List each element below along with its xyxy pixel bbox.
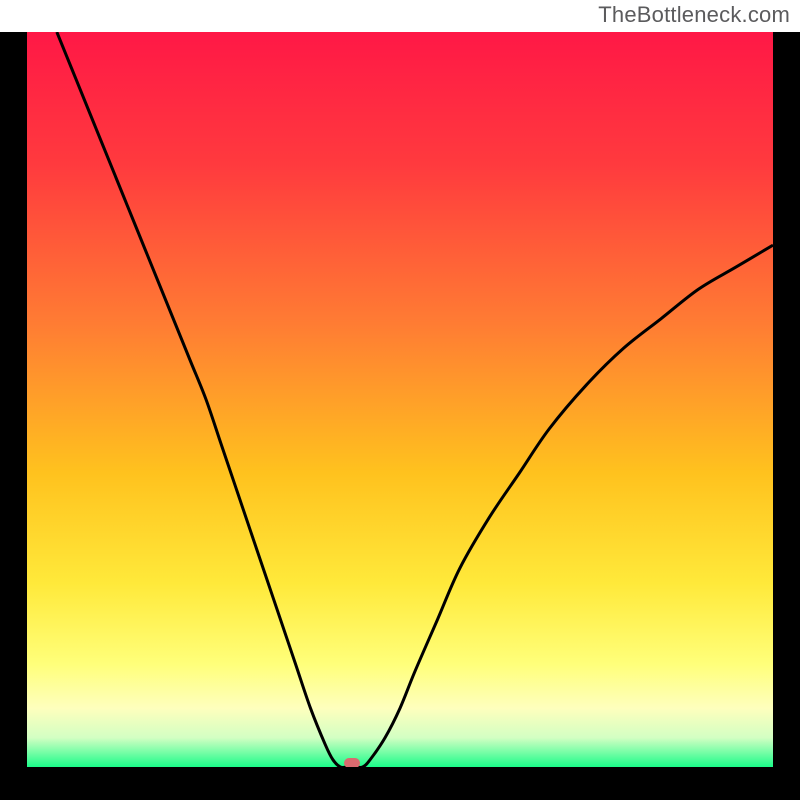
- watermark-text: TheBottleneck.com: [598, 2, 790, 28]
- bottleneck-curve: [27, 32, 773, 767]
- optimum-marker: [344, 758, 360, 767]
- plot-border: [0, 32, 800, 800]
- chart-frame: TheBottleneck.com: [0, 0, 800, 800]
- plot-area: [27, 32, 773, 767]
